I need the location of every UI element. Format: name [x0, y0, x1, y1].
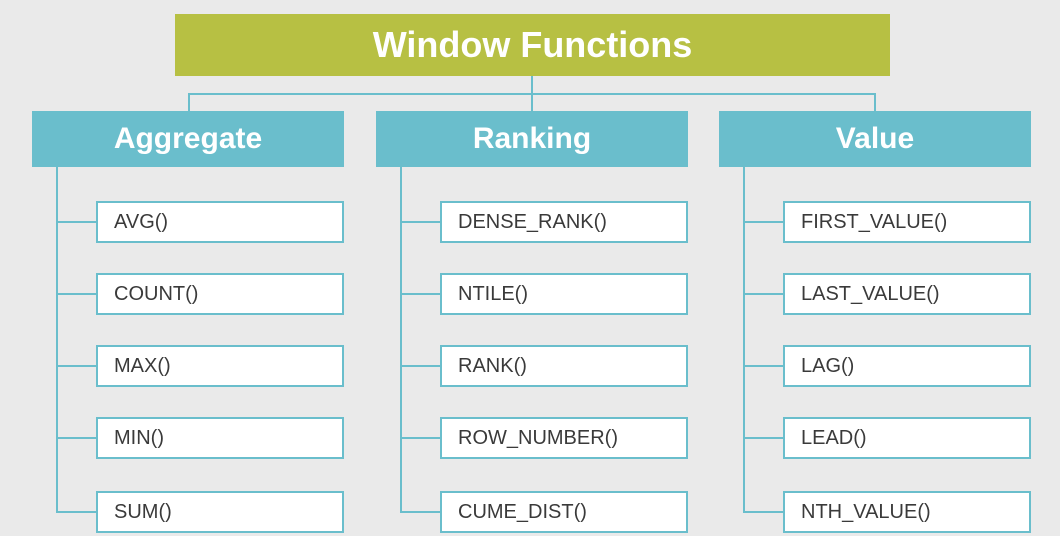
connector-line — [531, 93, 533, 111]
connector-line — [56, 221, 96, 223]
function-box: AVG() — [96, 201, 344, 243]
connector-line — [188, 93, 190, 111]
connector-line — [400, 437, 440, 439]
category-aggregate: Aggregate — [32, 111, 344, 167]
connector-line — [743, 437, 783, 439]
connector-line — [400, 221, 440, 223]
function-box: COUNT() — [96, 273, 344, 315]
category-ranking: Ranking — [376, 111, 688, 167]
connector-line — [56, 511, 96, 513]
function-box: NTH_VALUE() — [783, 491, 1031, 533]
connector-line — [400, 167, 402, 513]
diagram-title: Window Functions — [175, 14, 890, 76]
connector-line — [743, 365, 783, 367]
function-box: CUME_DIST() — [440, 491, 688, 533]
function-box: NTILE() — [440, 273, 688, 315]
function-box: LAG() — [783, 345, 1031, 387]
connector-line — [743, 167, 745, 513]
connector-line — [743, 221, 783, 223]
connector-line — [400, 293, 440, 295]
function-box: ROW_NUMBER() — [440, 417, 688, 459]
connector-line — [743, 511, 783, 513]
function-box: MAX() — [96, 345, 344, 387]
function-box: DENSE_RANK() — [440, 201, 688, 243]
connector-line — [56, 437, 96, 439]
function-box: SUM() — [96, 491, 344, 533]
connector-line — [56, 365, 96, 367]
connector-line — [56, 167, 58, 513]
connector-line — [874, 93, 876, 111]
function-box: RANK() — [440, 345, 688, 387]
connector-line — [56, 293, 96, 295]
connector-line — [400, 365, 440, 367]
connector-line — [400, 511, 440, 513]
function-box: FIRST_VALUE() — [783, 201, 1031, 243]
function-box: LAST_VALUE() — [783, 273, 1031, 315]
function-box: MIN() — [96, 417, 344, 459]
connector-line — [531, 76, 533, 94]
connector-line — [743, 293, 783, 295]
function-box: LEAD() — [783, 417, 1031, 459]
category-value: Value — [719, 111, 1031, 167]
